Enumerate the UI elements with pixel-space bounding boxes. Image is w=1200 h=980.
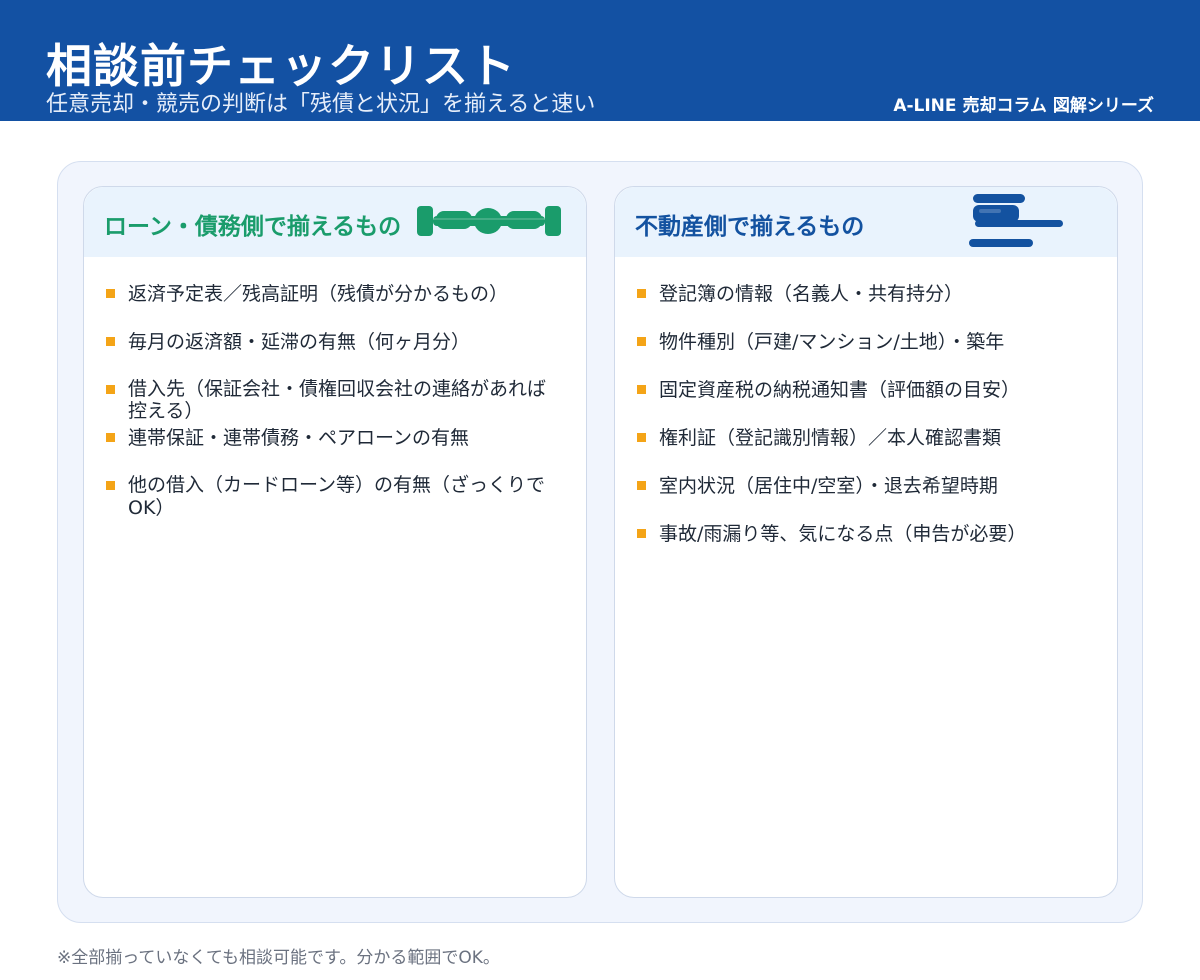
- bullet-square-icon: [637, 529, 646, 538]
- loan-debt-panel-title: ローン・債務側で揃えるもの: [104, 214, 402, 240]
- header-banner: 相談前チェックリスト 任意売却・競売の判断は「残債と状況」を揃えると速い A-L…: [0, 0, 1200, 121]
- footnote: ※全部揃っていなくても相談可能です。分かる範囲でOK。: [57, 948, 500, 968]
- bullet-square-icon: [637, 337, 646, 346]
- blue-scribble-icon: [969, 194, 1063, 247]
- bullet-square-icon: [106, 337, 115, 346]
- list-item-text: 事故/雨漏り等、気になる点（申告が必要）: [659, 523, 1027, 545]
- page-subtitle: 任意売却・競売の判断は「残債と状況」を揃えると速い: [46, 92, 596, 117]
- loan-debt-panel-header: ローン・債務側で揃えるもの: [84, 187, 586, 257]
- series-label: A-LINE 売却コラム 図解シリーズ: [893, 96, 1154, 116]
- bullet-square-icon: [637, 289, 646, 298]
- list-item-text: 連帯保証・連帯債務・ペアローンの有無: [128, 427, 470, 449]
- list-item-text: 権利証（登記識別情報）／本人確認書類: [659, 427, 1002, 449]
- bullet-square-icon: [637, 481, 646, 490]
- list-item-text: 登記簿の情報（名義人・共有持分）: [659, 283, 964, 305]
- list-item: 返済予定表／残高証明（残債が分かるもの）: [104, 282, 568, 306]
- bullet-square-icon: [106, 433, 115, 442]
- property-panel-header: 不動産側で揃えるもの: [615, 187, 1117, 257]
- list-item: 事故/雨漏り等、気になる点（申告が必要）: [635, 522, 1099, 546]
- list-item: 毎月の返済額・延滞の有無（何ヶ月分）: [104, 330, 568, 354]
- bullet-square-icon: [106, 289, 115, 298]
- list-item: 他の借入（カードローン等）の有無（ざっくりでOK）: [104, 474, 548, 520]
- bullet-square-icon: [106, 481, 115, 490]
- bullet-square-icon: [106, 385, 115, 394]
- list-item-text: 室内状況（居住中/空室）・退去希望時期: [659, 475, 998, 497]
- loan-debt-panel: ローン・債務側で揃えるもの 返済予定表／残高証明（残債が分かるもの） 毎月の返済…: [83, 186, 587, 898]
- list-item-text: 返済予定表／残高証明（残債が分かるもの）: [128, 283, 509, 305]
- list-item: 登記簿の情報（名義人・共有持分）: [635, 282, 1099, 306]
- list-item: 固定資産税の納税通知書（評価額の目安）: [635, 378, 1099, 402]
- list-item: 権利証（登記識別情報）／本人確認書類: [635, 426, 1099, 450]
- green-connector-icon: [417, 206, 561, 236]
- list-item-text: 固定資産税の納税通知書（評価額の目安）: [659, 379, 1021, 401]
- list-item-text: 毎月の返済額・延滞の有無（何ヶ月分）: [128, 331, 471, 353]
- property-panel-title: 不動産側で揃えるもの: [635, 214, 865, 240]
- bullet-square-icon: [637, 433, 646, 442]
- list-item: 連帯保証・連帯債務・ペアローンの有無: [104, 426, 568, 450]
- list-item-text: 借入先（保証会社・債権回収会社の連絡があれば控える）: [128, 378, 547, 422]
- list-item-text: 他の借入（カードローン等）の有無（ざっくりでOK）: [128, 474, 546, 519]
- property-panel: 不動産側で揃えるもの 登記簿の情報（名義人・共有持分） 物件種別（戸建/マンショ…: [614, 186, 1118, 898]
- list-item-text: 物件種別（戸建/マンション/土地）・築年: [659, 331, 1005, 353]
- list-item: 借入先（保証会社・債権回収会社の連絡があれば控える）: [104, 378, 548, 422]
- list-item: 物件種別（戸建/マンション/土地）・築年: [635, 330, 1099, 354]
- bullet-square-icon: [637, 385, 646, 394]
- list-item: 室内状況（居住中/空室）・退去希望時期: [635, 474, 1099, 498]
